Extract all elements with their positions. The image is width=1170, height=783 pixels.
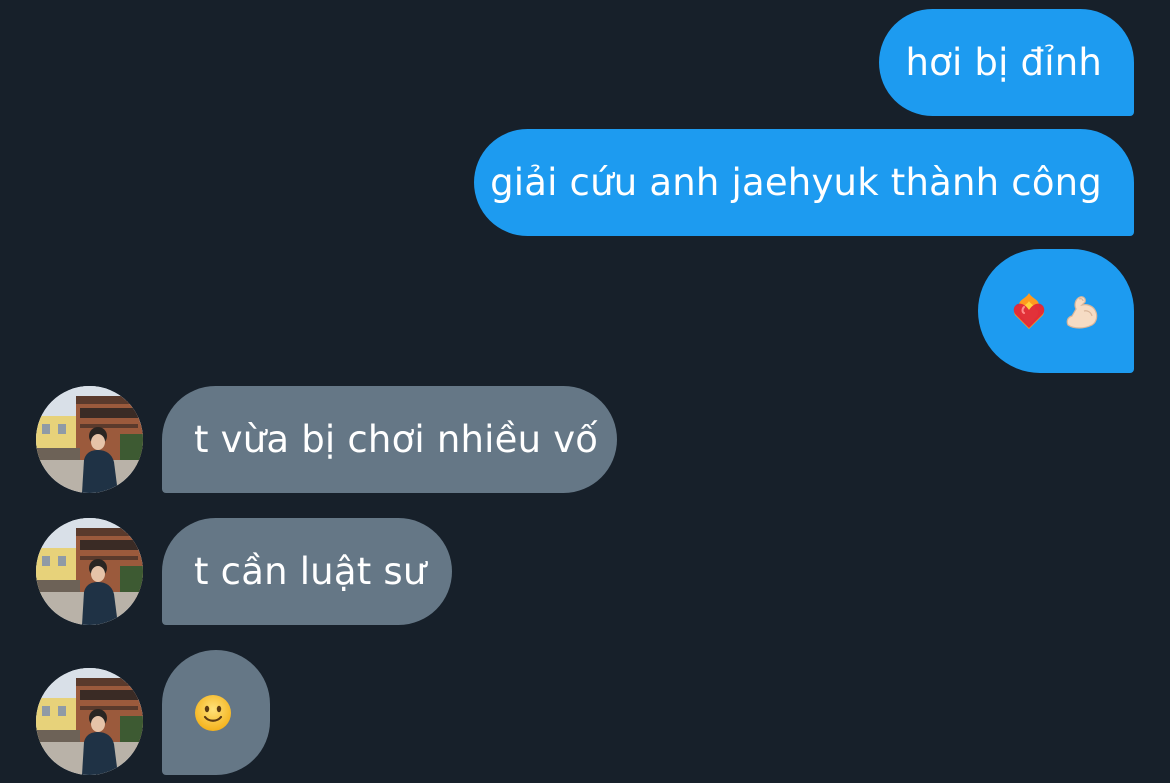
slightly-smiling-face-icon bbox=[194, 694, 232, 732]
message-thread: hơi bị đỉnh giải cứu anh jaehyuk thành c… bbox=[0, 0, 1170, 783]
flexed-biceps-icon bbox=[1062, 291, 1102, 331]
message-text: t vừa bị chơi nhiều vố bbox=[194, 418, 599, 461]
avatar[interactable] bbox=[36, 518, 143, 625]
message-text: hơi bị đỉnh bbox=[905, 41, 1102, 84]
sent-message-bubble[interactable]: hơi bị đỉnh bbox=[879, 9, 1134, 116]
message-text: t cần luật sư bbox=[194, 550, 427, 593]
sent-emoji-bubble[interactable] bbox=[978, 249, 1134, 373]
avatar[interactable] bbox=[36, 386, 143, 493]
received-message-bubble[interactable]: t vừa bị chơi nhiều vố bbox=[162, 386, 617, 493]
avatar[interactable] bbox=[36, 668, 143, 775]
heart-on-fire-icon bbox=[1010, 291, 1048, 331]
received-message-bubble[interactable]: t cần luật sư bbox=[162, 518, 452, 625]
sent-message-bubble[interactable]: giải cứu anh jaehyuk thành công bbox=[474, 129, 1134, 236]
message-text: giải cứu anh jaehyuk thành công bbox=[490, 161, 1102, 204]
received-emoji-bubble[interactable] bbox=[162, 650, 270, 775]
